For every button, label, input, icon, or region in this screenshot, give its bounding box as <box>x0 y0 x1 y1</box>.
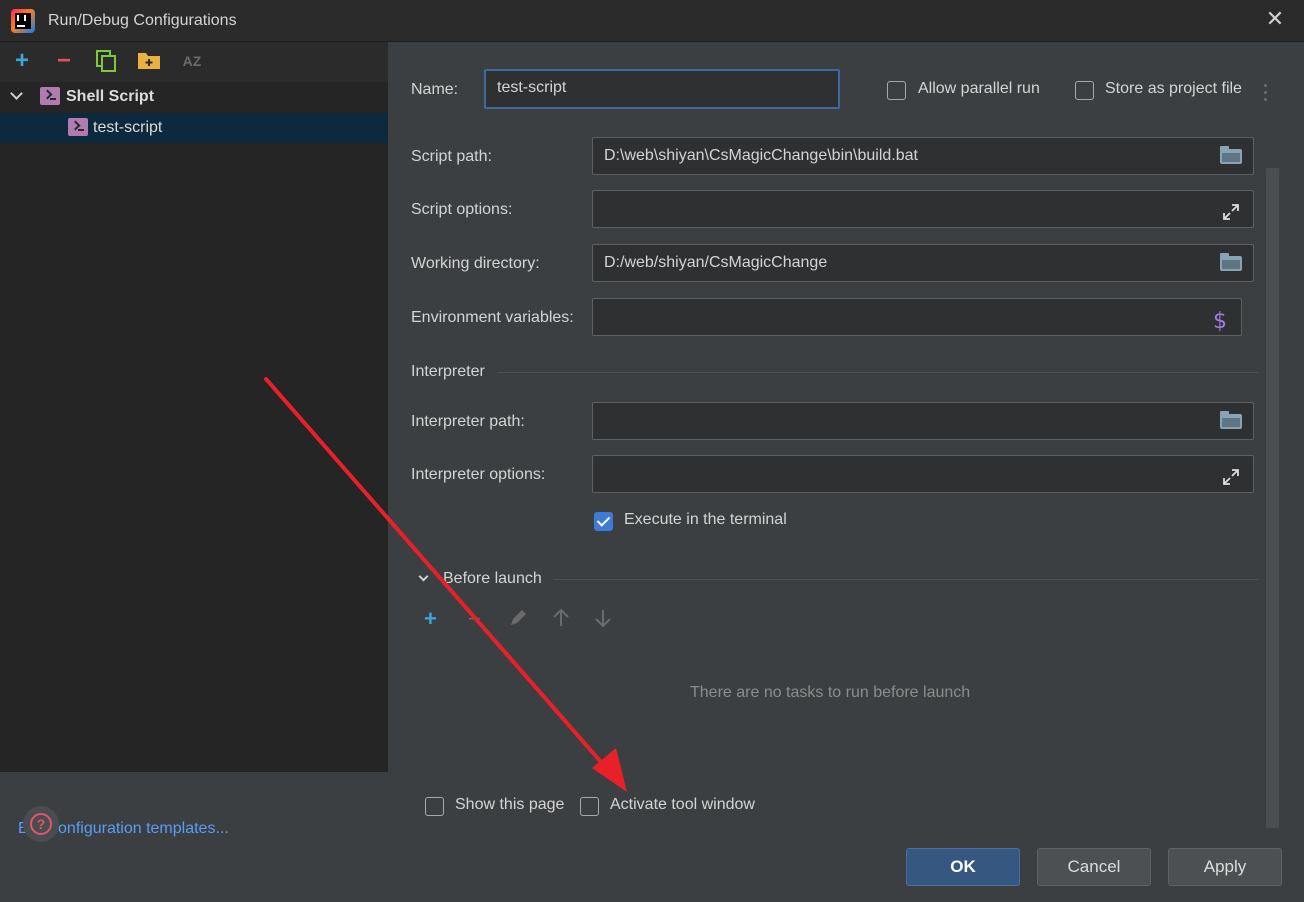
allow-parallel-run-checkbox[interactable] <box>887 81 906 100</box>
tree-node-label: Shell Script <box>66 88 155 105</box>
environment-variables-label: Environment variables: <box>411 309 574 326</box>
interpreter-options-label: Interpreter options: <box>411 466 546 483</box>
working-directory-value: D:/web/shiyan/CsMagicChange <box>604 254 828 271</box>
working-directory-field[interactable]: D:/web/shiyan/CsMagicChange <box>592 244 1254 282</box>
interpreter-path-field[interactable] <box>592 402 1254 440</box>
ok-button[interactable]: OK <box>906 848 1020 886</box>
close-icon[interactable]: ✕ <box>1264 8 1286 30</box>
intellij-logo-icon <box>11 9 35 33</box>
sort-configurations-button[interactable]: AZ <box>180 49 204 73</box>
tree-node-test-script[interactable]: test-script <box>0 113 388 143</box>
activate-tool-window-checkbox[interactable] <box>580 797 599 816</box>
name-label: Name: <box>411 81 459 98</box>
expand-icon[interactable] <box>1221 465 1241 485</box>
configuration-form: Name: test-script Allow parallel run Sto… <box>388 42 1304 902</box>
browse-folder-icon[interactable] <box>1220 146 1242 164</box>
working-directory-label: Working directory: <box>411 255 540 272</box>
section-divider <box>498 372 1258 373</box>
title-bar: Run/Debug Configurations ✕ <box>0 0 1304 42</box>
configurations-sidebar: + − AZ Shell Script test-script Edit con… <box>0 42 388 902</box>
expand-icon[interactable] <box>1221 200 1241 220</box>
apply-button[interactable]: Apply <box>1168 848 1282 886</box>
cancel-button[interactable]: Cancel <box>1037 848 1151 886</box>
shell-script-icon <box>68 118 88 136</box>
add-configuration-button[interactable]: + <box>10 49 34 73</box>
tree-node-label: test-script <box>93 119 163 136</box>
script-path-label: Script path: <box>411 148 492 165</box>
script-path-value: D:\web\shiyan\CsMagicChange\bin\build.ba… <box>604 147 918 164</box>
edit-task-button[interactable] <box>508 608 528 632</box>
store-as-project-file-label: Store as project file <box>1105 80 1242 97</box>
copy-configuration-button[interactable] <box>94 49 118 73</box>
dollar-icon[interactable]: $ <box>1213 304 1227 340</box>
before-launch-empty-message: There are no tasks to run before launch <box>690 684 971 701</box>
chevron-down-icon[interactable] <box>418 571 432 586</box>
help-icon: ? <box>30 813 52 835</box>
interpreter-section-title: Interpreter <box>411 363 485 380</box>
tree-node-shell-script[interactable]: Shell Script <box>0 82 388 112</box>
activate-tool-window-label: Activate tool window <box>610 796 755 813</box>
help-button[interactable]: ? <box>23 806 59 842</box>
scrollbar[interactable] <box>1266 168 1279 828</box>
script-options-label: Script options: <box>411 201 513 218</box>
execute-in-terminal-checkbox[interactable] <box>594 512 613 531</box>
interpreter-options-field[interactable] <box>592 455 1254 493</box>
section-divider <box>554 579 1258 580</box>
browse-folder-icon[interactable] <box>1220 411 1242 429</box>
interpreter-path-label: Interpreter path: <box>411 413 525 430</box>
execute-in-terminal-label: Execute in the terminal <box>624 511 787 528</box>
add-task-button[interactable]: + <box>424 608 437 630</box>
shell-script-icon <box>40 87 60 105</box>
script-options-field[interactable] <box>592 190 1254 228</box>
configuration-tree: Shell Script test-script <box>0 82 388 772</box>
browse-folder-icon[interactable] <box>1220 253 1242 271</box>
allow-parallel-run-label: Allow parallel run <box>918 80 1040 97</box>
remove-task-button[interactable]: − <box>468 608 481 630</box>
sidebar-footer: Edit configuration templates... <box>0 772 388 902</box>
show-this-page-label: Show this page <box>455 796 565 813</box>
environment-variables-field[interactable]: $ <box>592 298 1242 336</box>
move-down-button[interactable] <box>594 608 612 632</box>
before-launch-section-title: Before launch <box>443 570 542 587</box>
new-folder-button[interactable] <box>137 49 161 73</box>
more-options-icon[interactable] <box>1262 82 1270 104</box>
move-up-button[interactable] <box>552 608 570 632</box>
chevron-down-icon[interactable] <box>10 88 24 102</box>
store-as-project-file-checkbox[interactable] <box>1075 81 1094 100</box>
name-input[interactable]: test-script <box>484 69 840 109</box>
window-title: Run/Debug Configurations <box>48 12 237 29</box>
remove-configuration-button[interactable]: − <box>52 49 76 73</box>
script-path-field[interactable]: D:\web\shiyan\CsMagicChange\bin\build.ba… <box>592 137 1254 175</box>
sidebar-toolbar: + − AZ <box>0 42 388 80</box>
show-this-page-checkbox[interactable] <box>425 797 444 816</box>
